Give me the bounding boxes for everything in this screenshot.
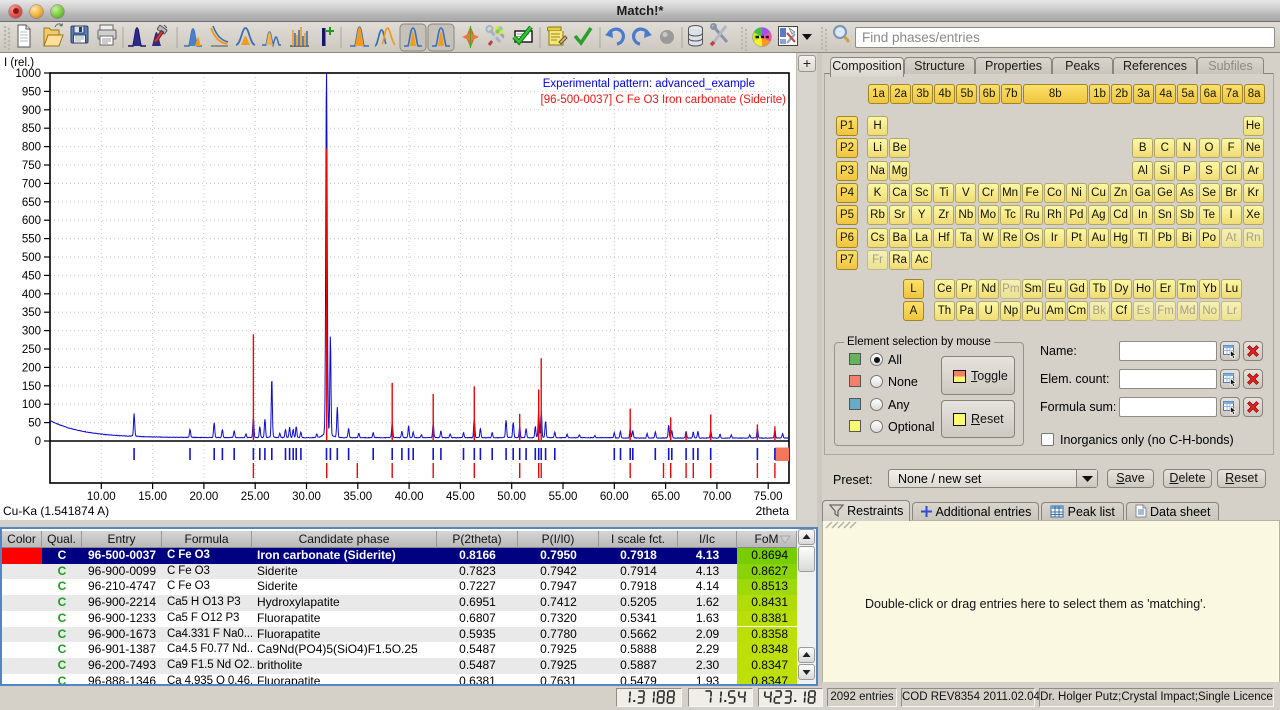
svg-text:50.00: 50.00 <box>497 491 526 503</box>
svg-text:0: 0 <box>35 436 41 448</box>
svg-text:300: 300 <box>22 326 41 338</box>
svg-text:I (rel.): I (rel.) <box>4 57 34 69</box>
svg-text:750: 750 <box>22 160 41 172</box>
svg-text:600: 600 <box>22 215 41 227</box>
svg-text:55.00: 55.00 <box>549 491 578 503</box>
svg-text:100: 100 <box>22 399 41 411</box>
svg-text:25.00: 25.00 <box>241 491 270 503</box>
svg-text:250: 250 <box>22 344 41 356</box>
svg-text:75.00: 75.00 <box>754 491 783 503</box>
svg-text:[96-500-0037] C Fe O3 Iron car: [96-500-0037] C Fe O3 Iron carbonate (Si… <box>541 94 787 106</box>
svg-text:650: 650 <box>22 197 41 209</box>
svg-text:40.00: 40.00 <box>395 491 424 503</box>
svg-text:200: 200 <box>22 362 41 374</box>
svg-text:2theta: 2theta <box>756 504 790 518</box>
svg-text:50: 50 <box>28 418 41 430</box>
svg-text:950: 950 <box>22 86 41 98</box>
svg-text:550: 550 <box>22 234 41 246</box>
svg-text:850: 850 <box>22 123 41 135</box>
svg-text:Cu-Ka (1.541874 A): Cu-Ka (1.541874 A) <box>3 504 109 518</box>
svg-text:20.00: 20.00 <box>190 491 219 503</box>
svg-text:65.00: 65.00 <box>651 491 680 503</box>
svg-text:45.00: 45.00 <box>446 491 475 503</box>
svg-text:800: 800 <box>22 142 41 154</box>
svg-text:1000: 1000 <box>15 68 41 80</box>
svg-text:10.00: 10.00 <box>87 491 116 503</box>
svg-text:60.00: 60.00 <box>600 491 629 503</box>
svg-text:30.00: 30.00 <box>292 491 321 503</box>
svg-text:900: 900 <box>22 105 41 117</box>
svg-text:70.00: 70.00 <box>703 491 732 503</box>
svg-text:500: 500 <box>22 252 41 264</box>
svg-text:450: 450 <box>22 270 41 282</box>
svg-text:400: 400 <box>22 289 41 301</box>
svg-text:Experimental pattern: advanced: Experimental pattern: advanced_example <box>543 78 755 90</box>
svg-text:15.00: 15.00 <box>138 491 167 503</box>
svg-text:35.00: 35.00 <box>343 491 372 503</box>
svg-text:350: 350 <box>22 307 41 319</box>
svg-text:700: 700 <box>22 178 41 190</box>
svg-text:150: 150 <box>22 381 41 393</box>
